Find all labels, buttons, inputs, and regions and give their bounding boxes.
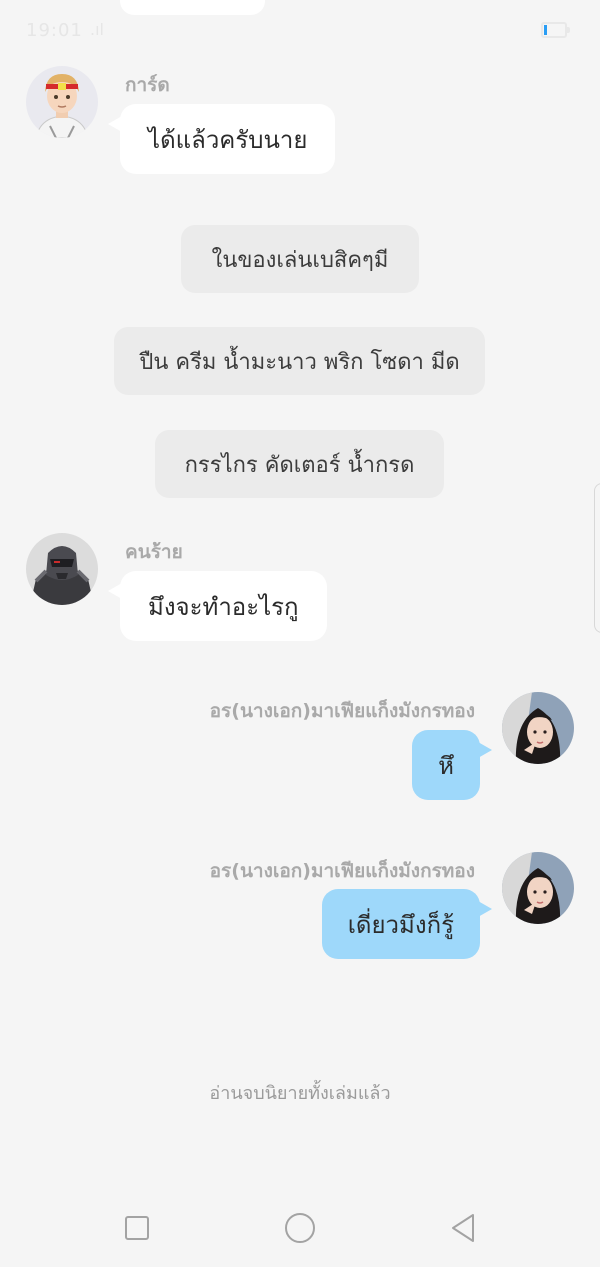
message-text: หึ	[438, 751, 454, 780]
square-icon[interactable]	[117, 1208, 157, 1248]
sender-name: คนร้าย	[125, 541, 183, 563]
avatar-heroine[interactable]	[502, 852, 574, 924]
signal-icon: .ıl	[90, 20, 104, 39]
message-bubble[interactable]: ได้แล้วครับนาย	[108, 104, 336, 174]
scroll-handle[interactable]	[594, 483, 600, 633]
sender-name: การ์ด	[125, 74, 170, 96]
circle-icon[interactable]	[280, 1208, 320, 1248]
end-of-story-text: อ่านจบนิยายทั้งเล่มแล้ว	[209, 1083, 391, 1104]
avatar-heroine[interactable]	[502, 692, 574, 764]
battery-tip	[567, 27, 570, 33]
narration-text: กรรไกร คัดเตอร์ น้ำกรด	[184, 452, 415, 478]
avatar-guard[interactable]	[26, 66, 98, 138]
navigation-bar	[0, 1190, 600, 1267]
message-bubble[interactable]: มึงจะทำอะไรกู	[108, 571, 327, 641]
previous-message-bubble	[120, 0, 265, 15]
message-text: เดี่ยวมึงก็รู้	[347, 910, 454, 939]
status-bar: 19:01 .ıl	[0, 0, 600, 60]
narration-bubble[interactable]: ในของเล่นเบสิคๆมี	[181, 225, 419, 293]
message-text: มึงจะทำอะไรกู	[148, 592, 299, 621]
narration-text: ในของเล่นเบสิคๆมี	[211, 247, 389, 273]
sender-name: อร(นางเอก)มาเฟียแก็งมังกรทอง	[209, 700, 475, 722]
message-bubble[interactable]: เดี่ยวมึงก็รู้	[321, 889, 492, 959]
battery-icon	[541, 22, 567, 38]
narration-bubble[interactable]: กรรไกร คัดเตอร์ น้ำกรด	[155, 430, 444, 498]
triangle-back-icon[interactable]	[443, 1208, 483, 1248]
status-time: 19:01	[26, 20, 83, 41]
sender-name: อร(นางเอก)มาเฟียแก็งมังกรทอง	[209, 860, 475, 882]
message-text: ได้แล้วครับนาย	[148, 125, 308, 154]
narration-text: ปืน ครีม น้ำมะนาว พริก โซดา มีด	[139, 349, 460, 375]
message-bubble[interactable]: หึ	[412, 730, 492, 800]
avatar-villain[interactable]	[26, 533, 98, 605]
narration-bubble[interactable]: ปืน ครีม น้ำมะนาว พริก โซดา มีด	[114, 327, 485, 395]
